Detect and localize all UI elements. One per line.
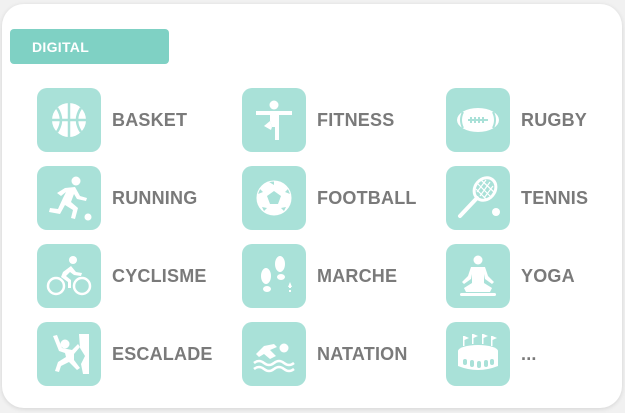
- sport-item-yoga[interactable]: YOGA: [446, 244, 625, 308]
- sport-tile: [446, 244, 510, 308]
- sport-item-basket[interactable]: BASKET: [37, 88, 227, 152]
- sport-item-tennis[interactable]: TENNIS: [446, 166, 625, 230]
- runner-icon: [49, 176, 92, 221]
- soccer-ball-icon: [256, 180, 292, 216]
- sport-label: FOOTBALL: [317, 187, 417, 208]
- rugby-ball-icon: [457, 108, 499, 132]
- sport-item-fitness[interactable]: FITNESS: [242, 88, 432, 152]
- sport-item-natation[interactable]: NATATION: [242, 322, 432, 386]
- fitness-icon: [256, 100, 292, 140]
- sport-label: ...: [521, 343, 537, 364]
- section-title: DIGITAL: [32, 38, 90, 55]
- sport-tile: [242, 88, 306, 152]
- tennis-racket-icon: [458, 176, 500, 218]
- sport-tile: [242, 166, 306, 230]
- sport-tile: [37, 322, 101, 386]
- sport-label: MARCHE: [317, 265, 398, 286]
- sport-label: CYCLISME: [112, 265, 207, 286]
- sport-label: BASKET: [112, 109, 188, 130]
- sport-item-more[interactable]: ...: [446, 322, 625, 386]
- sport-tile: [37, 244, 101, 308]
- sport-item-escalade[interactable]: ESCALADE: [37, 322, 227, 386]
- yoga-icon: [460, 255, 496, 296]
- sport-label: FITNESS: [317, 109, 395, 130]
- sport-tile: [242, 244, 306, 308]
- sport-item-marche[interactable]: MARCHE: [242, 244, 432, 308]
- sport-label: RUGBY: [521, 109, 588, 130]
- sport-label: NATATION: [317, 343, 408, 364]
- sport-item-football[interactable]: FOOTBALL: [242, 166, 432, 230]
- sport-tile: [37, 166, 101, 230]
- sport-label: YOGA: [521, 265, 575, 286]
- basketball-icon: [52, 103, 86, 137]
- sport-label: RUNNING: [112, 187, 198, 208]
- sport-item-cyclisme[interactable]: CYCLISME: [37, 244, 227, 308]
- cyclist-icon: [46, 256, 92, 296]
- swimmer-icon: [253, 343, 295, 373]
- sport-label: ESCALADE: [112, 343, 213, 364]
- footprints-icon: [261, 256, 292, 294]
- sport-tile: [446, 322, 510, 386]
- sport-tile: [242, 322, 306, 386]
- stadium-icon: [458, 334, 498, 370]
- sport-tile: [446, 166, 510, 230]
- sport-item-rugby[interactable]: RUGBY: [446, 88, 625, 152]
- section-tag: DIGITAL: [10, 29, 169, 64]
- sport-tile: [37, 88, 101, 152]
- sport-label: TENNIS: [521, 187, 589, 208]
- sport-item-running[interactable]: RUNNING: [37, 166, 227, 230]
- sport-tile: [446, 88, 510, 152]
- climber-icon: [53, 334, 89, 374]
